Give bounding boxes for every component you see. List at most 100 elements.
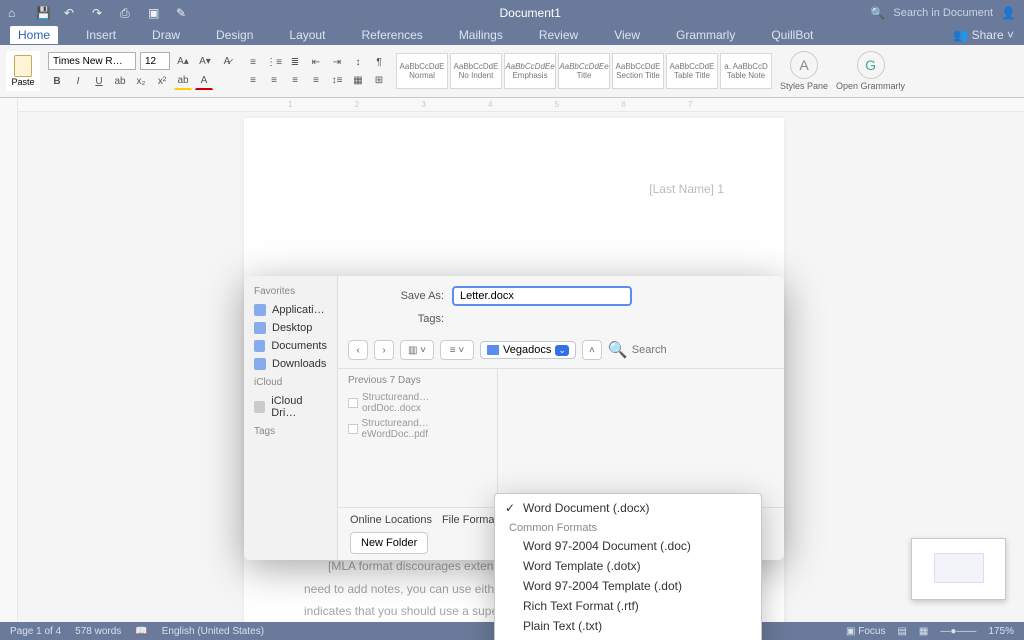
collapse-button[interactable]: ˄	[582, 340, 602, 360]
tab-insert[interactable]: Insert	[78, 26, 124, 44]
view-group-button[interactable]: ≡ ˅	[440, 340, 474, 360]
saveas-input[interactable]	[452, 286, 632, 306]
language-indicator[interactable]: English (United States)	[162, 626, 264, 637]
bullets-icon[interactable]: ≡	[244, 53, 262, 71]
font-name-select[interactable]: Times New R…	[48, 52, 136, 70]
document-area: 1 2 3 4 5 6 7 [Last Name] 1 [All text—in…	[0, 98, 1024, 640]
home-icon[interactable]: ⌂	[8, 6, 22, 20]
style-emphasis[interactable]: AaBbCcDdEeEmphasis	[504, 53, 556, 89]
format-option-txt[interactable]: Plain Text (.txt)	[495, 616, 761, 636]
align-center-icon[interactable]: ≡	[265, 71, 283, 89]
word-count[interactable]: 578 words	[75, 626, 121, 637]
italic-icon[interactable]: I	[69, 72, 87, 90]
tab-grammarly[interactable]: Grammarly	[668, 26, 743, 44]
sidebar-item-downloads[interactable]: Downloads	[244, 355, 337, 373]
styles-pane-icon: A	[790, 51, 818, 79]
align-left-icon[interactable]: ≡	[244, 71, 262, 89]
numbering-icon[interactable]: ⋮≡	[265, 53, 283, 71]
tab-design[interactable]: Design	[208, 26, 261, 44]
tab-quillbot[interactable]: QuillBot	[763, 26, 821, 44]
format-option-dot[interactable]: Word 97-2004 Template (.dot)	[495, 576, 761, 596]
clipboard-icon	[14, 55, 32, 77]
search-icon[interactable]: 🔍	[870, 6, 885, 20]
tab-review[interactable]: Review	[531, 26, 586, 44]
styles-gallery[interactable]: AaBbCcDdENormal AaBbCcDdENo Indent AaBbC…	[396, 53, 772, 89]
format-option-dotx[interactable]: Word Template (.dotx)	[495, 556, 761, 576]
page-indicator[interactable]: Page 1 of 4	[10, 626, 61, 637]
style-noindent[interactable]: AaBbCcDdENo Indent	[450, 53, 502, 89]
tags-input[interactable]	[452, 310, 632, 328]
clear-format-icon[interactable]: A̷	[218, 52, 236, 70]
file-item[interactable]: Structureand…ordDoc..docx	[348, 390, 487, 416]
outdent-icon[interactable]: ⇤	[307, 53, 325, 71]
pilcrow-icon[interactable]: ¶	[370, 53, 388, 71]
print-icon[interactable]: ⎙	[120, 6, 134, 20]
format-option-docx[interactable]: Word Document (.docx)	[495, 498, 761, 518]
font-size-select[interactable]: 12	[140, 52, 170, 70]
search-placeholder[interactable]: Search in Document	[893, 7, 993, 19]
format-option-htm[interactable]: Web Page (.htm)	[495, 636, 761, 640]
sort-icon[interactable]: ↕	[349, 53, 367, 71]
spell-check-icon[interactable]: 📖	[135, 626, 147, 637]
line-spacing-icon[interactable]: ↕≡	[328, 71, 346, 89]
decrease-font-icon[interactable]: A▾	[196, 52, 214, 70]
view-columns-button[interactable]: ▥ ˅	[400, 340, 434, 360]
open-grammarly-button[interactable]: G Open Grammarly	[836, 51, 905, 91]
borders-icon[interactable]: ⊞	[370, 71, 388, 89]
tab-draw[interactable]: Draw	[144, 26, 188, 44]
file-item[interactable]: Structureand…eWordDoc..pdf	[348, 416, 487, 442]
zoom-slider[interactable]: —●——	[940, 626, 976, 637]
shading-icon[interactable]: ▦	[349, 71, 367, 89]
increase-font-icon[interactable]: A▴	[174, 52, 192, 70]
show-icon[interactable]: ▣	[148, 6, 162, 20]
style-title[interactable]: AaBbCcDdEeTitle	[558, 53, 610, 89]
style-section[interactable]: AaBbCcDdESection Title	[612, 53, 664, 89]
tab-view[interactable]: View	[606, 26, 648, 44]
subscript-icon[interactable]: x₂	[132, 72, 150, 90]
bold-icon[interactable]: B	[48, 72, 66, 90]
tab-references[interactable]: References	[353, 26, 430, 44]
multilevel-icon[interactable]: ≣	[286, 53, 304, 71]
preview-thumbnail[interactable]	[911, 538, 1006, 600]
share-button[interactable]: 👥 Share ˅	[953, 28, 1014, 42]
tab-mailings[interactable]: Mailings	[451, 26, 511, 44]
focus-mode-button[interactable]: ▣ Focus	[846, 626, 885, 637]
highlight-icon[interactable]: ab	[174, 72, 192, 90]
sidebar-item-documents[interactable]: Documents	[244, 337, 337, 355]
format-option-doc[interactable]: Word 97-2004 Document (.doc)	[495, 536, 761, 556]
style-normal[interactable]: AaBbCcDdENormal	[396, 53, 448, 89]
styles-pane-button[interactable]: A Styles Pane	[780, 51, 828, 91]
strike-icon[interactable]: ab	[111, 72, 129, 90]
view-web-icon[interactable]: ▦	[919, 626, 928, 637]
folder-select[interactable]: Vegadocs ⌄	[480, 341, 576, 359]
paste-button[interactable]: Paste	[6, 51, 40, 91]
new-folder-button[interactable]: New Folder	[350, 532, 428, 554]
forward-button[interactable]: ›	[374, 340, 394, 360]
format-option-rtf[interactable]: Rich Text Format (.rtf)	[495, 596, 761, 616]
save-icon[interactable]: 💾	[36, 6, 50, 20]
style-tabletitle[interactable]: AaBbCcDdETable Title	[666, 53, 718, 89]
view-print-icon[interactable]: ▤	[897, 626, 906, 637]
tab-home[interactable]: Home	[10, 26, 58, 44]
common-formats-header: Common Formats	[495, 518, 761, 536]
back-button[interactable]: ‹	[348, 340, 368, 360]
undo-icon[interactable]: ↶	[64, 6, 78, 20]
underline-icon[interactable]: U	[90, 72, 108, 90]
dialog-search-input[interactable]	[632, 344, 774, 356]
previous-header: Previous 7 Days	[348, 375, 487, 386]
superscript-icon[interactable]: x²	[153, 72, 171, 90]
tab-layout[interactable]: Layout	[281, 26, 333, 44]
font-color-icon[interactable]: A	[195, 72, 213, 90]
indent-icon[interactable]: ⇥	[328, 53, 346, 71]
online-locations-button[interactable]: Online Locations	[350, 514, 432, 526]
justify-icon[interactable]: ≡	[307, 71, 325, 89]
user-icon[interactable]: 👤	[1001, 6, 1016, 20]
sidebar-item-icloud[interactable]: iCloud Dri…	[244, 392, 337, 422]
touch-icon[interactable]: ✎	[176, 6, 190, 20]
sidebar-item-applications[interactable]: Applicati…	[244, 301, 337, 319]
sidebar-item-desktop[interactable]: Desktop	[244, 319, 337, 337]
align-right-icon[interactable]: ≡	[286, 71, 304, 89]
style-tablenote[interactable]: a. AaBbCcDTable Note	[720, 53, 772, 89]
zoom-level[interactable]: 175%	[988, 626, 1014, 637]
redo-icon[interactable]: ↷	[92, 6, 106, 20]
